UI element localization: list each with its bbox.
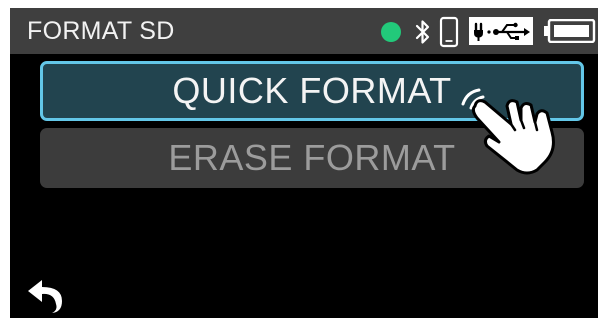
tap-hand-icon [461, 88, 555, 175]
usb-power-icon [469, 17, 533, 45]
header-bar: FORMAT SD [10, 8, 598, 54]
bluetooth-icon [415, 20, 430, 44]
back-arrow-icon[interactable] [22, 270, 66, 314]
status-dot-icon [381, 22, 401, 42]
page-title: FORMAT SD [27, 17, 175, 45]
battery-icon [544, 19, 596, 43]
phone-icon [439, 16, 459, 48]
